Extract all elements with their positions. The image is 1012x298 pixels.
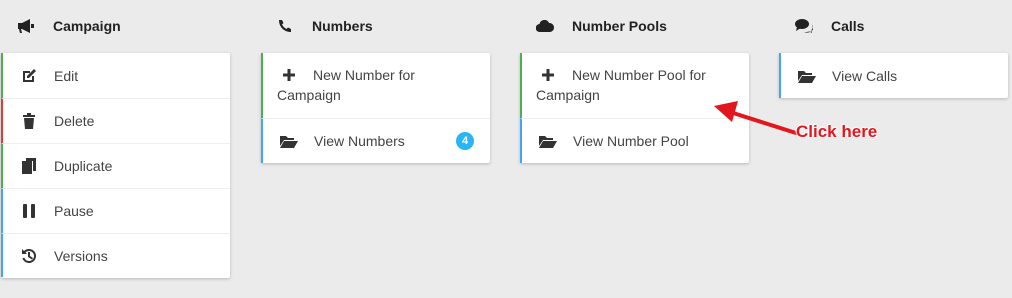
edit-item[interactable]: Edit [1, 53, 230, 98]
numbers-title: Numbers [312, 18, 373, 34]
cloud-icon [535, 18, 555, 34]
folder-open-icon [280, 132, 298, 150]
versions-item[interactable]: Versions [1, 233, 230, 277]
campaign-card: Edit Delete Duplicate Pause Versions [1, 53, 230, 278]
campaign-title: Campaign [53, 18, 121, 34]
plus-icon [539, 66, 557, 84]
copy-icon [20, 157, 38, 175]
new-number-pool-label: New Number Pool for Campaign [536, 67, 706, 103]
view-calls-label: View Calls [832, 67, 898, 84]
comments-icon [794, 18, 814, 34]
campaign-column: Campaign [0, 0, 232, 52]
calls-title: Calls [831, 18, 865, 34]
phone-icon [275, 18, 295, 34]
calls-header: Calls [778, 0, 1010, 52]
megaphone-icon [16, 18, 36, 34]
plus-icon [280, 66, 298, 84]
number-pools-header: Number Pools [519, 0, 751, 52]
trash-icon [20, 112, 38, 130]
pause-icon [20, 202, 38, 220]
calls-card: View Calls [779, 53, 1008, 98]
campaign-header: Campaign [0, 0, 232, 52]
edit-icon [20, 67, 38, 85]
view-numbers-item[interactable]: View Numbers 4 [261, 118, 490, 163]
delete-label: Delete [54, 113, 95, 129]
folder-open-icon [798, 67, 816, 85]
view-calls-item[interactable]: View Calls [779, 53, 1008, 98]
duplicate-label: Duplicate [54, 158, 113, 174]
annotation-arrow [714, 101, 798, 135]
edit-label: Edit [54, 67, 79, 84]
duplicate-item[interactable]: Duplicate [1, 143, 230, 188]
view-number-pool-label: View Number Pool [573, 133, 689, 149]
delete-item[interactable]: Delete [1, 98, 230, 143]
annotation-click-here: Click here [796, 122, 878, 141]
new-number-item[interactable]: New Number for Campaign [261, 53, 490, 118]
numbers-column: Numbers [260, 0, 492, 52]
pause-label: Pause [54, 203, 94, 219]
versions-label: Versions [54, 247, 108, 264]
numbers-header: Numbers [260, 0, 492, 52]
number-pools-title: Number Pools [572, 18, 667, 34]
calls-column: Calls [778, 0, 1010, 52]
history-icon [20, 247, 38, 265]
numbers-count-badge: 4 [456, 132, 474, 150]
numbers-card: New Number for Campaign View Numbers 4 [261, 53, 490, 163]
folder-open-icon [539, 132, 557, 150]
pause-item[interactable]: Pause [1, 188, 230, 233]
number-pools-column: Number Pools [519, 0, 751, 52]
view-numbers-label: View Numbers [314, 133, 405, 149]
new-number-label: New Number for Campaign [277, 67, 415, 103]
